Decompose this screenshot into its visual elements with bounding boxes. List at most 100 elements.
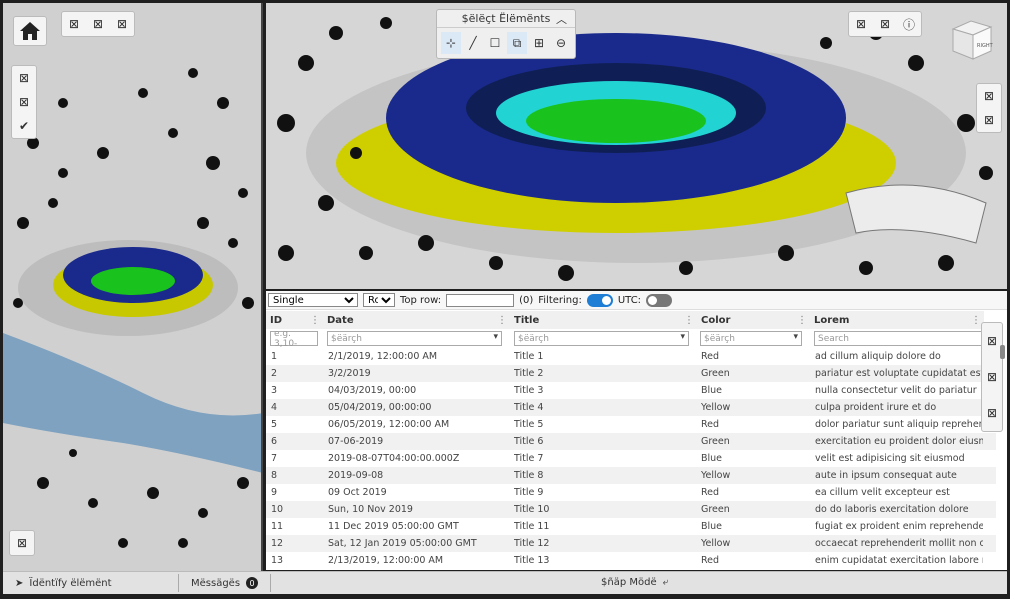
home-icon [20, 22, 40, 40]
cell-title: Title 2 [514, 368, 544, 379]
identify-element-button[interactable]: ➤ Ïdëntïfy ëlëmënt [3, 572, 178, 594]
cell-lorem: aute in ipsum consequat aute [815, 470, 957, 481]
select-elements-panel: $ëlëçt Ëlëmënts ︿ ⊹ ╱ ☐ ⧉ ⊞ ⊖ [436, 9, 576, 59]
cell-title: Title 11 [514, 521, 550, 532]
cell-lorem: nulla consectetur velit do pariatur [815, 385, 977, 396]
cell-title: Title 1 [514, 351, 544, 362]
cell-title: Title 3 [514, 385, 544, 396]
column-header-id[interactable]: ID ⋮ [266, 311, 323, 329]
select-elements-header[interactable]: $ëlëçt Ëlëmënts ︿ [437, 10, 575, 28]
selection-unit-select[interactable]: Row [363, 293, 395, 307]
cell-date: 06/05/2019, 12:00:00 AM [328, 419, 450, 430]
tool-placeholder-icon[interactable]: ⊠ [873, 12, 897, 36]
column-header-title[interactable]: Title ⋮ [510, 311, 697, 329]
chevron-up-icon[interactable]: ︿ [556, 11, 567, 27]
cell-id: 2 [271, 368, 278, 379]
check-circle-icon[interactable]: ✔ [12, 114, 36, 138]
box-select-icon[interactable]: ☐ [485, 32, 505, 54]
top-row-input[interactable] [446, 293, 515, 307]
cell-title: Title 13 [514, 555, 550, 566]
right-side-toolbar: ⊠ ⊠ [976, 83, 1002, 133]
home-button[interactable] [13, 16, 47, 46]
info-icon[interactable]: ⓘ [897, 12, 921, 36]
date-filter-select[interactable]: $ëärçh ▾ [327, 331, 502, 346]
cell-color: Red [701, 555, 720, 566]
table-row[interactable]: 7 2019-08-07T04:00:00.000Z Title 7 Blue veli… [266, 450, 996, 467]
table-row[interactable]: 6 07-06-2019 Title 6 Green exercitation eu p… [266, 433, 996, 450]
tool-placeholder-icon[interactable]: ⊠ [12, 90, 36, 114]
tool-placeholder-icon[interactable]: ⊠ [849, 12, 873, 36]
cell-lorem: pariatur est voluptate cupidatat est [815, 368, 983, 379]
tool-placeholder-icon[interactable]: ⊠ [62, 12, 86, 36]
cell-color: Green [701, 504, 730, 515]
column-header-date[interactable]: Date ⋮ [323, 311, 510, 329]
tool-placeholder-icon[interactable]: ⊠ [982, 359, 1002, 395]
table-row[interactable]: 4 05/04/2019, 00:00:00 Title 4 Yellow culpa … [266, 399, 996, 416]
table-row[interactable]: 12 Sat, 12 Jan 2019 05:00:00 GMT Title 12 Y… [266, 535, 996, 552]
cell-lorem: enim cupidatat exercitation labore molli… [815, 555, 983, 566]
cell-id: 13 [271, 555, 284, 566]
table-row[interactable]: 1 2/1/2019, 12:00:00 AM Title 1 Red ad cillu… [266, 348, 996, 365]
status-bar: ➤ Ïdëntïfy ëlëmënt Mëssägës 0 $ñäp Mödë … [3, 571, 1007, 594]
utc-toggle[interactable] [646, 293, 673, 307]
table-row[interactable]: 3 04/03/2019, 00:00 Title 3 Blue nulla conse… [266, 382, 996, 399]
add-selection-icon[interactable]: ⊞ [529, 32, 549, 54]
snap-mode-button[interactable]: $ñäp Mödë ⤶ [601, 577, 668, 588]
secondary-viewport[interactable]: ⊠ ⊠ ⊠ ⊠ ⊠ ✔ ⊠ [3, 3, 263, 571]
cell-title: Title 6 [514, 436, 544, 447]
table-row[interactable]: 5 06/05/2019, 12:00:00 AM Title 5 Red dolor … [266, 416, 996, 433]
tool-placeholder-icon[interactable]: ⊠ [10, 531, 34, 555]
id-filter-input[interactable]: e.g. 3,10- [270, 329, 318, 349]
tool-placeholder-icon[interactable]: ⊠ [977, 108, 1001, 132]
tool-placeholder-icon[interactable]: ⊠ [982, 395, 1002, 431]
select-mode-icon[interactable]: ⧉ [507, 32, 527, 54]
lorem-filter-input[interactable]: Search [814, 331, 982, 346]
tool-placeholder-icon[interactable]: ⊠ [977, 84, 1001, 108]
cell-date: 04/03/2019, 00:00 [328, 385, 417, 396]
table-row[interactable]: 9 09 Oct 2019 Title 9 Red ea cillum velit ex… [266, 484, 996, 501]
filtering-label: Filtering: [538, 294, 582, 306]
cell-color: Blue [701, 453, 723, 464]
table-row[interactable]: 8 2019-09-08 Title 8 Yellow aute in ipsum co… [266, 467, 996, 484]
pointer-select-icon[interactable]: ⊹ [441, 32, 461, 54]
cell-color: Yellow [701, 538, 731, 549]
line-select-icon[interactable]: ╱ [463, 32, 483, 54]
cell-id: 9 [271, 487, 278, 498]
tool-placeholder-icon[interactable]: ⊠ [86, 12, 110, 36]
status-divider [270, 574, 272, 592]
messages-button[interactable]: Mëssägës 0 [179, 572, 270, 594]
cell-title: Title 12 [514, 538, 550, 549]
cell-color: Yellow [701, 402, 731, 413]
tool-placeholder-icon[interactable]: ⊠ [110, 12, 134, 36]
select-elements-title: $ëlëçt Ëlëmënts [461, 12, 551, 25]
tool-placeholder-icon[interactable]: ⊠ [12, 66, 36, 90]
main-viewport[interactable]: ⊠ ⊠ ⓘ ⊠ ⊠ [266, 3, 1007, 289]
color-filter-select[interactable]: $ëärçh ▾ [700, 331, 802, 346]
left-bottom-toolbar: ⊠ [9, 530, 35, 556]
filtering-toggle[interactable] [586, 293, 613, 307]
utc-label: UTC: [617, 294, 642, 306]
cell-date: Sun, 10 Nov 2019 [328, 504, 413, 515]
cell-id: 10 [271, 504, 284, 515]
remove-selection-icon[interactable]: ⊖ [551, 32, 571, 54]
table-row[interactable]: 13 2/13/2019, 12:00:00 AM Title 13 Red enim … [266, 552, 996, 569]
table-row[interactable]: 11 11 Dec 2019 05:00:00 GMT Title 11 Blue fu… [266, 518, 996, 535]
cell-color: Red [701, 487, 720, 498]
navigation-cube[interactable]: RIGHT [947, 15, 997, 65]
column-header-lorem[interactable]: Lorem ⋮ [810, 311, 984, 329]
cell-title: Title 5 [514, 419, 544, 430]
table-row[interactable]: 2 3/2/2019 Title 2 Green pariatur est volupt… [266, 365, 996, 382]
cell-id: 7 [271, 453, 278, 464]
cell-color: Green [701, 368, 730, 379]
column-header-color[interactable]: Color ⋮ [697, 311, 810, 329]
selection-mode-select[interactable]: Single [268, 293, 358, 307]
cell-lorem: ea cillum velit excepteur est [815, 487, 950, 498]
tool-placeholder-icon[interactable]: ⊠ [982, 323, 1002, 359]
table-filter-bar: Single Row Top row: (0) Filtering: UTC: [266, 291, 1007, 310]
table-scrollbar-thumb[interactable] [1000, 345, 1005, 359]
cell-color: Green [701, 436, 730, 447]
title-filter-select[interactable]: $ëärçh ▾ [514, 331, 689, 346]
cell-date: 2019-08-07T04:00:00.000Z [328, 453, 460, 464]
table-row[interactable]: 10 Sun, 10 Nov 2019 Title 10 Green do do lab… [266, 501, 996, 518]
cell-lorem: fugiat ex proident enim reprehenderit [815, 521, 983, 532]
